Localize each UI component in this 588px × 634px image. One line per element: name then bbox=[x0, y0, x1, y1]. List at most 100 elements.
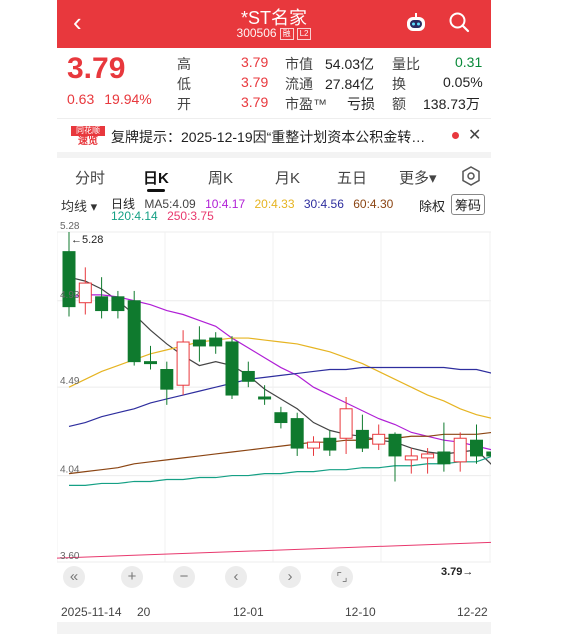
candle-body bbox=[192, 339, 206, 347]
candle-body bbox=[160, 369, 174, 390]
zoom-out-icon[interactable]: − bbox=[173, 566, 195, 588]
candle-body bbox=[486, 451, 491, 457]
ma60-label: 60:4.30 bbox=[353, 197, 394, 211]
open-label: 开 bbox=[177, 96, 191, 112]
chips-button[interactable]: 筹码 bbox=[451, 194, 486, 215]
candle-body bbox=[176, 341, 190, 386]
candle-body bbox=[290, 418, 304, 449]
candle-body bbox=[421, 453, 435, 459]
x-label-1201: 12-01 bbox=[233, 605, 264, 619]
scroll-right-icon[interactable]: › bbox=[279, 566, 301, 588]
candle-body bbox=[470, 439, 483, 457]
change-value: 0.63 bbox=[67, 91, 95, 107]
amount-value: 138.73万 bbox=[423, 96, 480, 112]
robot-icon[interactable] bbox=[405, 12, 427, 34]
candle-body bbox=[437, 451, 451, 465]
header-bar: ‹ *ST名家 300506 融 L2 bbox=[57, 0, 491, 48]
active-tab-underline bbox=[147, 189, 165, 192]
tab-intraday[interactable]: 分时 bbox=[75, 167, 105, 188]
high-label: 高 bbox=[177, 56, 191, 72]
fullscreen-icon[interactable]: ⌜⌟ bbox=[331, 566, 353, 588]
ma-dropdown[interactable]: 均线 ▾ bbox=[61, 196, 97, 215]
price-axis-label: 4.49 bbox=[60, 376, 80, 387]
candle-body bbox=[274, 412, 288, 424]
search-icon[interactable] bbox=[448, 11, 470, 33]
price-axis-label: 4.04 bbox=[60, 465, 80, 476]
candle-body bbox=[95, 296, 109, 312]
change-percent: 19.94% bbox=[104, 91, 152, 107]
logo-top-text: 同花顺 bbox=[71, 126, 105, 136]
high-value: 3.79 bbox=[241, 54, 269, 70]
candle-body bbox=[372, 433, 386, 445]
candle-body bbox=[323, 437, 337, 451]
current-price: 3.79 bbox=[67, 52, 126, 85]
stock-app: ‹ *ST名家 300506 融 L2 3.79 0.63 19.94% 高 3.79… bbox=[57, 0, 491, 634]
float-label: 流通 bbox=[285, 76, 313, 92]
mktcap-label: 市值 bbox=[285, 56, 313, 72]
candle-body bbox=[355, 429, 369, 449]
amount-label: 额 bbox=[392, 96, 406, 112]
tab-monthly-k[interactable]: 月K bbox=[275, 167, 300, 188]
scroll-left-icon[interactable]: ‹ bbox=[225, 566, 247, 588]
settings-icon[interactable] bbox=[461, 166, 481, 186]
chart-period-tabs: 分时 日K 周K 月K 五日 更多▾ bbox=[57, 158, 491, 194]
candle-body bbox=[111, 296, 125, 312]
logo-bottom-text: 速览 bbox=[78, 136, 98, 147]
price-axis-label: 3.60 bbox=[60, 551, 80, 562]
kline-chart[interactable]: 5.28 4.93 4.49 4.04 3.60 ←5.28 bbox=[57, 222, 491, 602]
candle-body bbox=[209, 337, 223, 347]
volratio-value: 0.31 bbox=[455, 54, 483, 70]
low-label: 低 bbox=[177, 76, 191, 92]
rewind-icon[interactable]: « bbox=[63, 566, 85, 588]
tab-five-day[interactable]: 五日 bbox=[337, 167, 367, 188]
close-icon[interactable]: ✕ bbox=[468, 125, 481, 145]
ma250-line bbox=[57, 541, 491, 559]
candle-body bbox=[144, 361, 157, 365]
candle-body bbox=[453, 437, 467, 463]
candle-body bbox=[307, 441, 320, 449]
tab-weekly-k[interactable]: 周K bbox=[208, 167, 233, 188]
ma30-label: 30:4.56 bbox=[303, 197, 344, 211]
x-label-1222: 12-22 bbox=[457, 605, 488, 619]
ma20-label: 20:4.33 bbox=[254, 197, 295, 211]
candle-body bbox=[225, 341, 239, 396]
mktcap-value: 54.03亿 bbox=[325, 56, 375, 72]
pe-label: 市盈™ bbox=[285, 96, 327, 112]
candle-body bbox=[258, 396, 272, 400]
price-axis-label: 5.28 bbox=[60, 222, 80, 232]
resumption-notice[interactable]: 同花顺 速览 复牌提示：2025-12-19因“重整计划资本公积金转… ✕ bbox=[57, 118, 491, 151]
turnover-label: 换 bbox=[392, 76, 406, 92]
volratio-label: 量比 bbox=[392, 56, 420, 72]
pe-value: 亏损 bbox=[347, 96, 375, 112]
turnover-value: 0.05% bbox=[443, 74, 483, 90]
right-margin bbox=[491, 0, 588, 634]
candle-body bbox=[127, 300, 141, 363]
x-label-1210: 12-10 bbox=[345, 605, 376, 619]
left-margin bbox=[0, 0, 57, 634]
candle-body bbox=[388, 433, 402, 457]
bottom-strip bbox=[57, 622, 491, 634]
unread-dot-icon bbox=[452, 132, 459, 139]
ma-legend-row2: 120:4.14 250:3.75 bbox=[111, 209, 220, 223]
candle-body bbox=[339, 408, 353, 439]
price-change: 0.63 19.94% bbox=[67, 91, 162, 107]
ma250-label: 250:3.75 bbox=[167, 209, 214, 223]
zoom-in-icon[interactable]: + bbox=[121, 566, 143, 588]
tab-daily-k[interactable]: 日K bbox=[143, 167, 169, 188]
ma120-label: 120:4.14 bbox=[111, 209, 158, 223]
x-label-start: 2025-11-14 bbox=[61, 605, 122, 619]
stock-code: 300506 bbox=[236, 26, 277, 40]
level2-tag: L2 bbox=[296, 27, 312, 40]
open-value: 3.79 bbox=[241, 94, 269, 110]
candle-body bbox=[241, 370, 255, 382]
last-price-marker: 3.79→ bbox=[441, 566, 474, 578]
ex-rights-button[interactable]: 除权 bbox=[419, 196, 445, 215]
ths-logo: 同花顺 速览 bbox=[71, 126, 105, 148]
x-label-20: 20 bbox=[137, 605, 151, 619]
chart-toolbar: « + − ‹ › ⌜⌟ bbox=[57, 562, 491, 592]
tab-more[interactable]: 更多▾ bbox=[399, 167, 437, 188]
last-price-text: 3.79 bbox=[441, 566, 463, 578]
max-price-marker: ←5.28 bbox=[71, 234, 103, 246]
margin-tag: 融 bbox=[279, 27, 294, 40]
candle-body bbox=[78, 282, 92, 304]
